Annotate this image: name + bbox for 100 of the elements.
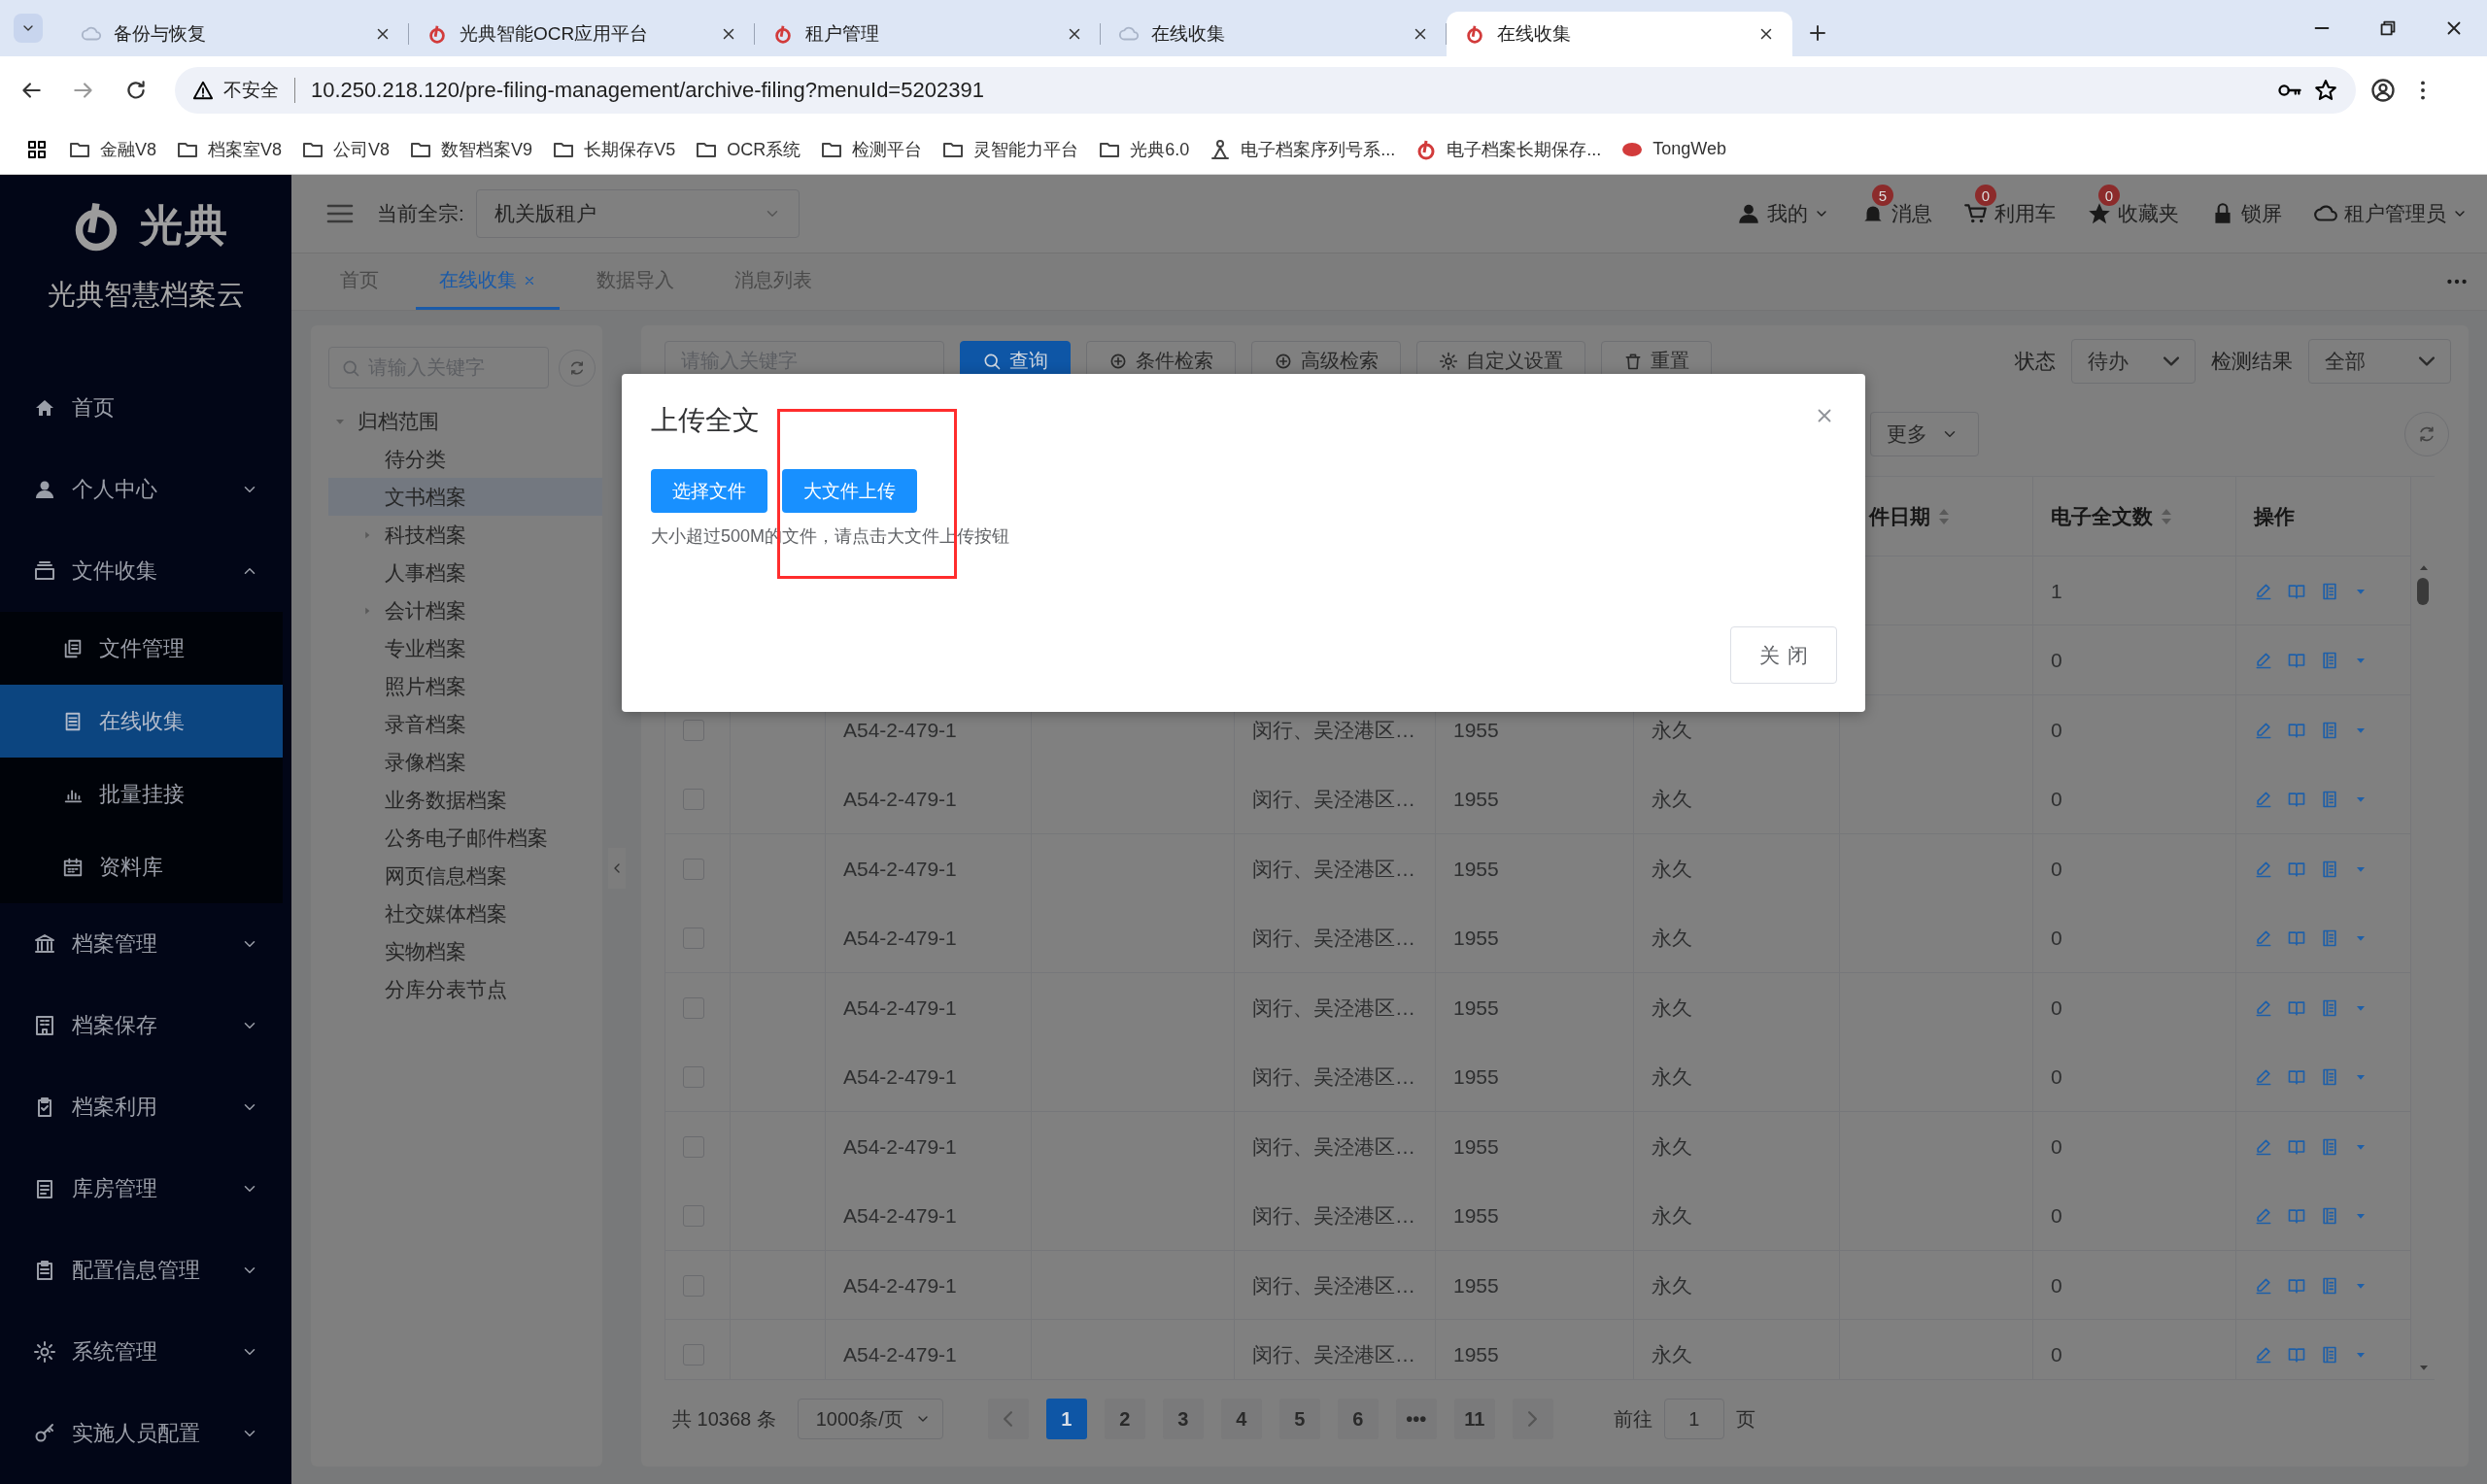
- close-button[interactable]: 关闭: [1730, 626, 1837, 684]
- security-label[interactable]: 不安全: [223, 78, 279, 103]
- header-action[interactable]: 租户管理员: [2313, 185, 2468, 227]
- bookmark[interactable]: OCR系统: [695, 137, 801, 161]
- submenu-item[interactable]: 文件管理: [0, 612, 283, 685]
- notebook-icon[interactable]: [2320, 1206, 2339, 1227]
- notebook-icon[interactable]: [2320, 1345, 2339, 1366]
- edit-icon[interactable]: [2254, 1136, 2273, 1157]
- browser-tab[interactable]: 在线收集: [1447, 12, 1792, 56]
- notebook-icon[interactable]: [2320, 1136, 2339, 1157]
- menu-item[interactable]: 实施人员配置: [0, 1393, 291, 1474]
- column-header[interactable]: 操作: [2236, 477, 2411, 556]
- tree-item[interactable]: 网页信息档案: [328, 857, 602, 894]
- header-action[interactable]: 锁屏: [2210, 185, 2282, 227]
- menu-item[interactable]: 档案利用: [0, 1066, 291, 1148]
- menu-item[interactable]: 配置信息管理: [0, 1230, 291, 1311]
- menu-item[interactable]: 个人中心: [0, 449, 291, 530]
- prev-page-button[interactable]: [987, 1399, 1029, 1439]
- bookmark-star-icon[interactable]: [2313, 78, 2338, 103]
- notebook-icon[interactable]: [2320, 1275, 2339, 1296]
- page-button[interactable]: 3: [1162, 1399, 1204, 1439]
- edit-icon[interactable]: [2254, 997, 2273, 1018]
- bookmark[interactable]: TongWeb: [1620, 137, 1726, 161]
- column-header[interactable]: 电子全文数: [2033, 477, 2236, 556]
- header-action[interactable]: 我的: [1736, 185, 1829, 227]
- filter-select[interactable]: 全部: [2308, 338, 2451, 384]
- browser-tab[interactable]: 备份与恢复: [63, 12, 409, 56]
- next-page-button[interactable]: [1512, 1399, 1553, 1439]
- edit-icon[interactable]: [2254, 581, 2273, 601]
- page-input[interactable]: 1: [1663, 1399, 1724, 1439]
- edit-icon[interactable]: [2254, 1206, 2273, 1227]
- tree-item[interactable]: 待分类: [328, 440, 602, 478]
- upload-button[interactable]: 大文件上传: [782, 469, 917, 513]
- tree-item[interactable]: 归档范围: [328, 402, 602, 440]
- bookmark[interactable]: 检测平台: [820, 137, 923, 161]
- header-action[interactable]: 利用车 0: [1963, 185, 2056, 227]
- upload-button[interactable]: 选择文件: [651, 469, 767, 513]
- notebook-icon[interactable]: [2320, 1067, 2339, 1088]
- menu-item[interactable]: 库房管理: [0, 1148, 291, 1230]
- tab-list-button[interactable]: [14, 14, 43, 43]
- bookmark[interactable]: 光典6.0: [1098, 137, 1190, 161]
- bookmark[interactable]: 电子档案序列号系...: [1209, 137, 1396, 161]
- tree-item[interactable]: 专业档案: [328, 629, 602, 667]
- browser-tab[interactable]: 租户管理: [755, 12, 1101, 56]
- page-button[interactable]: •••: [1395, 1399, 1437, 1439]
- submenu-item[interactable]: 批量挂接: [0, 758, 283, 830]
- tree-item[interactable]: 实物档案: [328, 932, 602, 970]
- page-button[interactable]: 1: [1045, 1399, 1087, 1439]
- tree-item[interactable]: 公务电子邮件档案: [328, 819, 602, 857]
- tree-item[interactable]: 社交媒体档案: [328, 894, 602, 932]
- page-button[interactable]: 6: [1337, 1399, 1379, 1439]
- more-button[interactable]: 更多: [1870, 412, 1979, 456]
- edit-icon[interactable]: [2254, 1275, 2273, 1296]
- notebook-icon[interactable]: [2320, 997, 2339, 1018]
- notebook-icon[interactable]: [2320, 581, 2339, 601]
- menu-item[interactable]: 首页: [0, 367, 291, 449]
- edit-icon[interactable]: [2254, 1345, 2273, 1366]
- browser-tab[interactable]: 在线收集: [1101, 12, 1447, 56]
- bookmark[interactable]: 电子档案长期保存...: [1414, 137, 1602, 161]
- menu-item[interactable]: 文件收集: [0, 530, 291, 612]
- browser-tab[interactable]: 光典智能OCR应用平台: [409, 12, 755, 56]
- submenu-item[interactable]: 在线收集: [0, 685, 283, 758]
- edit-icon[interactable]: [2254, 1067, 2273, 1088]
- menu-item[interactable]: 档案保存: [0, 985, 291, 1066]
- tree-item[interactable]: 业务数据档案: [328, 781, 602, 819]
- tree-item[interactable]: 录音档案: [328, 705, 602, 743]
- menu-item[interactable]: 档案管理: [0, 903, 291, 985]
- edit-icon[interactable]: [2254, 720, 2273, 740]
- notebook-icon[interactable]: [2320, 651, 2339, 671]
- sort-icon[interactable]: [1938, 507, 1950, 526]
- scrollbar-thumb[interactable]: [2417, 578, 2429, 605]
- tree-item[interactable]: 会计档案: [328, 591, 602, 629]
- page-button[interactable]: 5: [1278, 1399, 1320, 1439]
- bookmark[interactable]: 长期保存V5: [552, 137, 676, 161]
- notebook-icon[interactable]: [2320, 720, 2339, 740]
- tree-item[interactable]: 分库分表节点: [328, 970, 602, 1008]
- tree-item[interactable]: 录像档案: [328, 743, 602, 781]
- address-bar[interactable]: 不安全 10.250.218.120/pre-filing-management/archive-filing?menuId=5202391: [175, 67, 2356, 114]
- bookmark[interactable]: 灵智能力平台: [941, 137, 1079, 161]
- notebook-icon[interactable]: [2320, 790, 2339, 810]
- collapse-handle[interactable]: [608, 848, 626, 889]
- page-size-select[interactable]: 1000条/页: [797, 1399, 943, 1439]
- bookmark[interactable]: 金融V8: [68, 137, 157, 161]
- sort-icon[interactable]: [2161, 507, 2172, 526]
- submenu-item[interactable]: 资料库: [0, 830, 283, 903]
- profile-icon[interactable]: [2369, 77, 2397, 104]
- header-action[interactable]: 收藏夹 0: [2087, 185, 2179, 227]
- edit-icon[interactable]: [2254, 859, 2273, 879]
- menu-item[interactable]: 系统管理: [0, 1311, 291, 1393]
- checkbox[interactable]: [683, 719, 704, 741]
- edit-icon[interactable]: [2254, 651, 2273, 671]
- bookmark[interactable]: 档案室V8: [176, 137, 283, 161]
- notebook-icon[interactable]: [2320, 859, 2339, 879]
- tree-item[interactable]: 文书档案: [328, 478, 602, 516]
- page-button[interactable]: 11: [1453, 1399, 1495, 1439]
- fonds-select[interactable]: 机关版租户: [475, 189, 800, 238]
- page-button[interactable]: 4: [1220, 1399, 1262, 1439]
- bookmark[interactable]: 公司V8: [301, 137, 391, 161]
- edit-icon[interactable]: [2254, 790, 2273, 810]
- edit-icon[interactable]: [2254, 928, 2273, 949]
